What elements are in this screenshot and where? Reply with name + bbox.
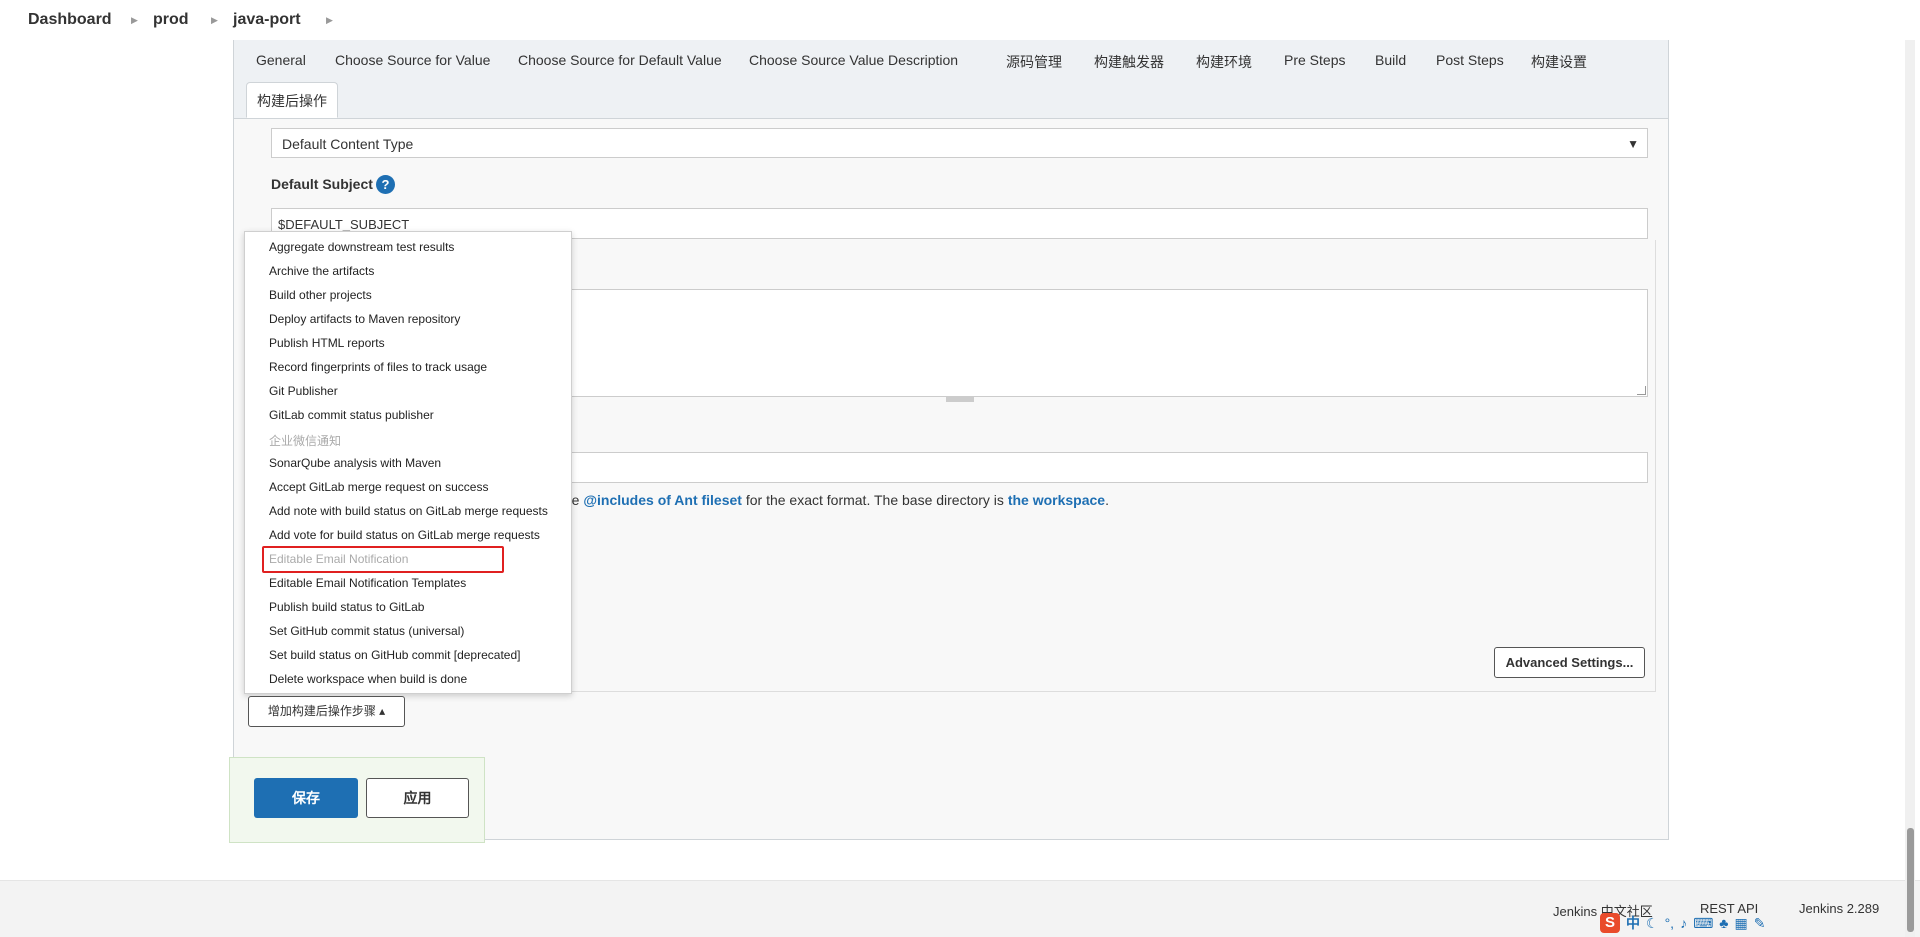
menu-item[interactable]: Publish build status to GitLab <box>269 600 424 614</box>
tab-build-settings[interactable]: 构建设置 <box>1531 52 1587 72</box>
microphone-icon[interactable]: ♪ <box>1680 915 1687 931</box>
menu-item-disabled: 企业微信通知 <box>269 434 342 448</box>
tab-choose-source-default-value[interactable]: Choose Source for Default Value <box>518 52 722 68</box>
skin-icon[interactable]: ♣ <box>1719 915 1728 931</box>
tab-scm[interactable]: 源码管理 <box>1006 52 1062 72</box>
menu-item[interactable]: Accept GitLab merge request on success <box>269 480 488 494</box>
tab-bar: General Choose Source for Value Choose S… <box>234 40 1668 119</box>
chevron-right-icon: ▶ <box>211 15 218 25</box>
post-build-actions-menu: Aggregate downstream test results Archiv… <box>244 231 572 694</box>
add-post-build-step-button[interactable]: 增加构建后操作步骤 ▴ <box>248 696 405 727</box>
ime-toolbar: S 中 ☾ °, ♪ ⌨ ♣ ▦ ✎ <box>1600 912 1765 934</box>
menu-item[interactable]: Record fingerprints of files to track us… <box>269 360 487 374</box>
advanced-settings-button[interactable]: Advanced Settings... <box>1494 647 1645 678</box>
highlight-annotation <box>262 546 504 573</box>
tab-build[interactable]: Build <box>1375 52 1406 68</box>
menu-item[interactable]: Aggregate downstream test results <box>269 240 454 254</box>
tab-build-triggers[interactable]: 构建触发器 <box>1094 52 1164 72</box>
default-subject-label: Default Subject <box>271 176 373 192</box>
menu-item[interactable]: Set GitHub commit status (universal) <box>269 624 464 638</box>
menu-item[interactable]: Git Publisher <box>269 384 338 398</box>
chevron-down-icon: ▼ <box>1627 137 1639 151</box>
moon-icon[interactable]: ☾ <box>1646 915 1659 932</box>
punctuation-icon[interactable]: °, <box>1665 915 1675 931</box>
tab-choose-source-value-description[interactable]: Choose Source Value Description <box>749 52 958 68</box>
menu-item[interactable]: Add note with build status on GitLab mer… <box>269 504 548 518</box>
page-scrollbar-track[interactable] <box>1905 40 1915 937</box>
menu-item[interactable]: Archive the artifacts <box>269 264 374 278</box>
menu-item[interactable]: Delete workspace when build is done <box>269 672 467 686</box>
help-icon[interactable]: ? <box>376 175 395 194</box>
ime-language-toggle[interactable]: 中 <box>1626 913 1640 933</box>
menu-item[interactable]: SonarQube analysis with Maven <box>269 456 441 470</box>
menu-item[interactable]: GitLab commit status publisher <box>269 408 434 422</box>
tab-general[interactable]: General <box>256 52 306 68</box>
menu-item[interactable]: Deploy artifacts to Maven repository <box>269 312 460 326</box>
tab-build-environment[interactable]: 构建环境 <box>1196 52 1252 72</box>
content-type-value: Default Content Type <box>282 136 414 152</box>
tab-pre-steps[interactable]: Pre Steps <box>1284 52 1345 68</box>
keyboard-icon[interactable]: ⌨ <box>1693 915 1713 932</box>
menu-item[interactable]: Build other projects <box>269 288 372 302</box>
apps-icon[interactable]: ▦ <box>1734 915 1747 932</box>
menu-item[interactable]: Set build status on GitHub commit [depre… <box>269 648 520 662</box>
page-scrollbar-thumb[interactable] <box>1907 828 1914 932</box>
breadcrumb-java-port[interactable]: java-port <box>233 11 301 29</box>
chevron-right-icon: ▶ <box>131 15 138 25</box>
breadcrumb: Dashboard ▶ prod ▶ java-port ▶ <box>0 0 1920 40</box>
tab-post-build-actions[interactable]: 构建后操作 <box>246 82 338 118</box>
menu-item[interactable]: Editable Email Notification Templates <box>269 576 466 590</box>
ime-logo-icon[interactable]: S <box>1600 913 1620 933</box>
apply-button[interactable]: 应用 <box>366 778 469 818</box>
breadcrumb-prod[interactable]: prod <box>153 11 189 29</box>
chevron-right-icon: ▶ <box>326 15 333 25</box>
save-button[interactable]: 保存 <box>254 778 358 818</box>
tab-post-steps[interactable]: Post Steps <box>1436 52 1504 68</box>
wrench-icon[interactable]: ✎ <box>1754 915 1766 932</box>
content-type-select[interactable]: Default Content Type ▼ <box>271 128 1648 158</box>
breadcrumb-dashboard[interactable]: Dashboard <box>28 11 112 29</box>
footer-version-link[interactable]: Jenkins 2.289 <box>1799 901 1879 916</box>
menu-item[interactable]: Add vote for build status on GitLab merg… <box>269 528 540 542</box>
menu-item[interactable]: Publish HTML reports <box>269 336 385 350</box>
tab-choose-source-value[interactable]: Choose Source for Value <box>335 52 490 68</box>
